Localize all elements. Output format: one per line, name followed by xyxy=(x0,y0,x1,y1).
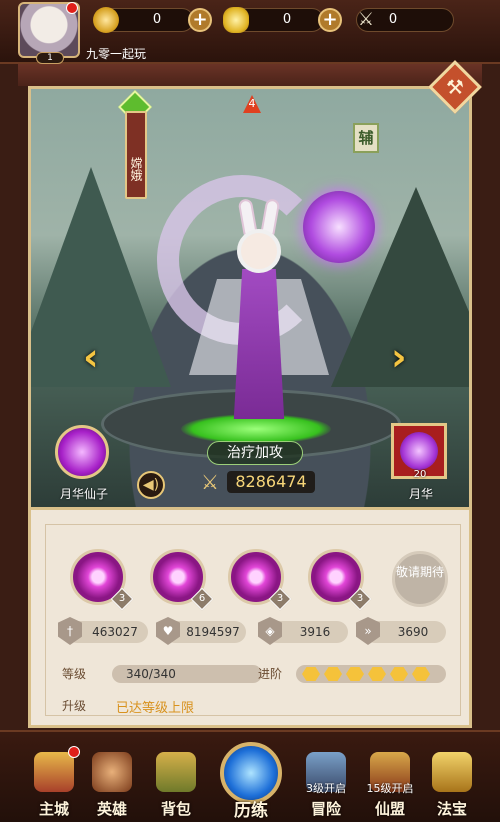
skill-4-level: 3 xyxy=(348,587,372,611)
ingot-icon xyxy=(223,7,249,33)
bottom-nav: 主城 英雄 背包 历练 3级开启 冒险 15级开启 仙盟 法宝 xyxy=(0,730,500,822)
moon-fairy-icon[interactable] xyxy=(55,425,109,479)
ingot-counter: 0 xyxy=(223,7,324,33)
nav-main-city-label: 主城 xyxy=(38,800,69,818)
adventure-lock-label: 3级开启 xyxy=(306,782,346,795)
nav-main-city[interactable]: 主城 xyxy=(24,746,84,822)
nav-heroes-label: 英雄 xyxy=(96,800,127,818)
power-swords-icon: ⚔ xyxy=(201,470,219,494)
nav-alliance[interactable]: 15级开启 仙盟 xyxy=(360,746,420,822)
nav-bag[interactable]: 背包 xyxy=(146,746,206,822)
bag-icon xyxy=(156,752,196,792)
player-level-badge: 1 xyxy=(36,52,64,64)
info-inner-frame: 3 6 3 3 敬请期待 463027 † 8194597 ♥ 3916 ◈ 3… xyxy=(45,524,461,716)
palace-icon xyxy=(34,752,74,792)
hero-scene: 嫦娥 4 辅 ‹ › 治疗加攻 ◀) ⚔ 8286474 月华仙子 20 月华 xyxy=(28,86,472,510)
hero-portrait-icon xyxy=(92,752,132,792)
nav-treasure[interactable]: 法宝 xyxy=(422,746,482,822)
hero-info-panel: 3 6 3 3 敬请期待 463027 † 8194597 ♥ 3916 ◈ 3… xyxy=(28,510,472,728)
nav-alliance-label: 仙盟 xyxy=(374,800,405,818)
hero-character[interactable] xyxy=(189,198,329,419)
prev-hero-arrow[interactable]: ‹ xyxy=(83,335,99,379)
voice-speaker-icon[interactable]: ◀) xyxy=(137,471,165,499)
nav-adventure[interactable]: 3级开启 冒险 xyxy=(296,746,356,822)
hero-nameplate: 嫦娥 xyxy=(125,111,147,199)
nav-bag-label: 背包 xyxy=(160,800,191,818)
moonlight-item-icon xyxy=(400,432,438,470)
treasure-pot-icon xyxy=(432,752,472,792)
header-strip xyxy=(18,64,482,86)
role-tag: 辅 xyxy=(353,123,379,153)
alliance-lock-label: 15级开启 xyxy=(366,782,414,795)
star-badge: 4 xyxy=(243,95,261,113)
upgrade-status: 已达等级上限 xyxy=(116,701,195,716)
combat-power: 8286474 xyxy=(227,471,315,493)
skill-1-level: 3 xyxy=(110,587,134,611)
coin-counter: 0 xyxy=(93,7,194,33)
crossed-swords-icon: ⚔ xyxy=(357,9,375,30)
skill-3-level: 3 xyxy=(268,587,292,611)
coin-value: 0 xyxy=(152,12,162,27)
sword-counter: ⚔ 0 xyxy=(356,8,454,32)
hero-skill-tag: 治疗加攻 xyxy=(207,441,303,465)
upgrade-label: 升级 xyxy=(62,699,87,713)
nav-adventure-label: 冒险 xyxy=(310,800,341,818)
moonlight-item-count: 20 xyxy=(413,469,427,480)
sword-value: 0 xyxy=(388,12,398,27)
advance-label: 进阶 xyxy=(258,667,283,681)
next-hero-arrow[interactable]: › xyxy=(391,335,407,379)
level-bar: 340/340 xyxy=(112,665,262,683)
moonlight-label: 月华 xyxy=(408,487,433,501)
player-name: 九零一起玩 xyxy=(86,47,147,61)
nav-heroes[interactable]: 英雄 xyxy=(82,746,142,822)
hammer-icon: ⚒ xyxy=(446,75,464,99)
add-ingot-button[interactable]: + xyxy=(318,8,342,32)
hero-head xyxy=(237,229,281,273)
moon-fairy-label: 月华仙子 xyxy=(59,487,108,501)
magic-orb xyxy=(303,191,375,263)
top-bar: 1 九零一起玩 0 + 0 + ⚔ 0 xyxy=(0,0,500,64)
coin-icon xyxy=(93,7,119,33)
ingot-value: 0 xyxy=(282,12,292,27)
nav-treasure-label: 法宝 xyxy=(436,800,467,818)
skill-coming-soon: 敬请期待 xyxy=(392,551,448,607)
nav-training-label: 历练 xyxy=(234,801,268,821)
main-city-red-dot xyxy=(68,746,80,758)
skill-2-level: 6 xyxy=(190,587,214,611)
portal-orb-icon xyxy=(220,742,282,804)
nav-training[interactable]: 历练 xyxy=(212,734,290,822)
level-label: 等级 xyxy=(62,667,87,681)
mountain-left xyxy=(31,167,171,387)
notification-dot xyxy=(66,2,78,14)
add-coin-button[interactable]: + xyxy=(188,8,212,32)
